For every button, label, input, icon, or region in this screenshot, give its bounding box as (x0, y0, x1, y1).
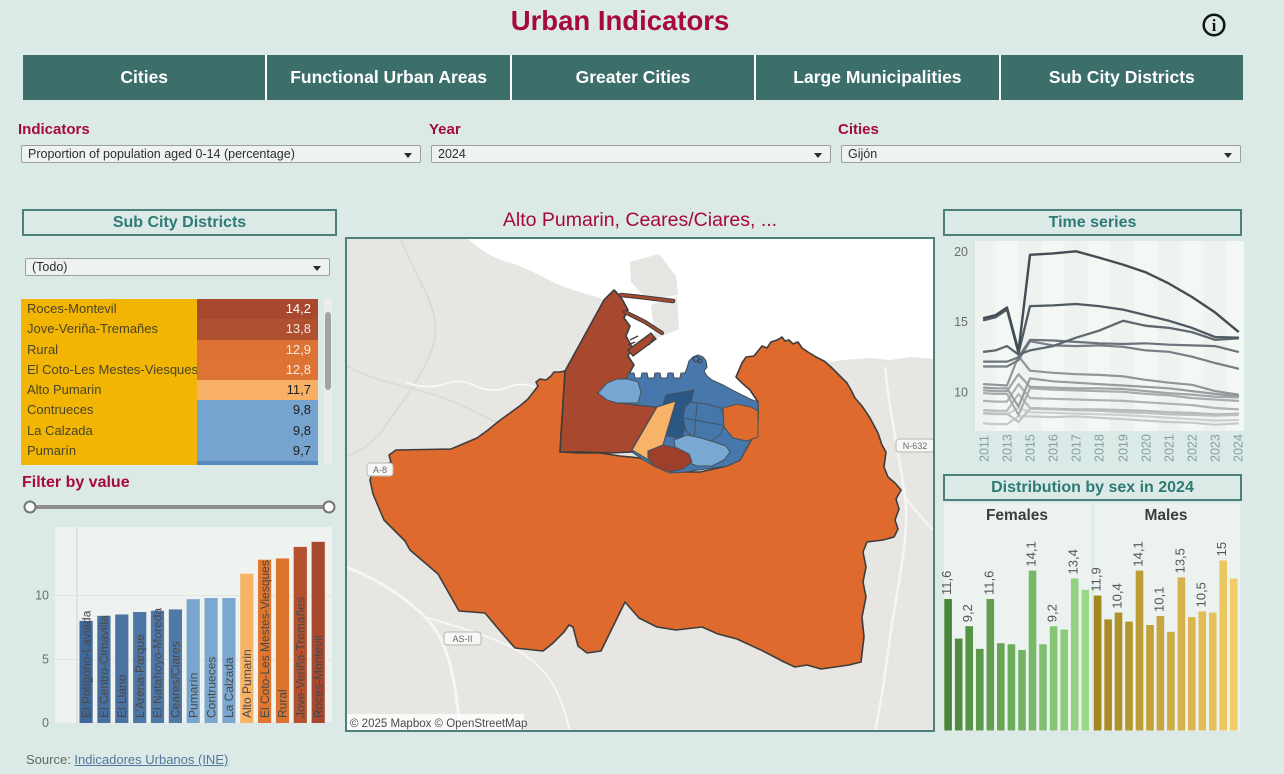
svg-text:Rural: Rural (276, 689, 290, 718)
svg-text:2024: 2024 (1232, 434, 1245, 462)
svg-text:14,1: 14,1 (1131, 541, 1146, 566)
svg-text:Jove-Veriña-Tremañes: Jove-Veriña-Tremañes (294, 597, 308, 718)
svg-text:El Centro-Cimavilla: El Centro-Cimavilla (97, 615, 111, 718)
svg-text:L'Arena-Parque: L'Arena-Parque (133, 634, 147, 718)
svg-text:AS-II: AS-II (452, 634, 472, 644)
svg-text:Pumarín: Pumarín (186, 673, 200, 718)
svg-text:9,2: 9,2 (1045, 604, 1060, 622)
svg-text:15: 15 (954, 315, 968, 329)
svg-text:2022: 2022 (1186, 434, 1200, 462)
svg-text:0: 0 (42, 716, 49, 730)
svg-text:10,4: 10,4 (1110, 583, 1125, 608)
svg-text:2015: 2015 (1024, 434, 1038, 462)
svg-text:2020: 2020 (1140, 434, 1154, 462)
svg-text:2021: 2021 (1163, 434, 1177, 462)
svg-text:Males: Males (1144, 507, 1187, 524)
svg-text:11,9: 11,9 (1089, 567, 1104, 591)
svg-text:5: 5 (42, 652, 49, 666)
svg-text:El Llano: El Llano (115, 674, 129, 718)
svg-text:2018: 2018 (1093, 434, 1107, 462)
svg-text:13,5: 13,5 (1172, 548, 1187, 573)
svg-text:2013: 2013 (1001, 434, 1015, 462)
svg-text:2016: 2016 (1047, 434, 1061, 462)
svg-text:Roces-Montevil: Roces-Montevil (311, 635, 325, 718)
svg-text:2023: 2023 (1209, 434, 1223, 462)
svg-text:10,1: 10,1 (1151, 587, 1166, 612)
svg-text:2017: 2017 (1070, 434, 1084, 462)
svg-text:11,6: 11,6 (940, 571, 954, 595)
svg-text:El Polígono-Laviada: El Polígono-Laviada (79, 610, 93, 718)
svg-text:10,5: 10,5 (1193, 582, 1208, 607)
svg-text:© 2025 Mapbox © OpenStreetMap: © 2025 Mapbox © OpenStreetMap (350, 718, 527, 730)
svg-text:El Natahoyo-Moreda: El Natahoyo-Moreda (151, 608, 165, 718)
svg-text:Alto Pumarin: Alto Pumarin (240, 649, 254, 718)
svg-text:i: i (1212, 16, 1217, 35)
svg-text:10: 10 (35, 588, 49, 602)
svg-text:A-8: A-8 (373, 465, 387, 475)
svg-text:El Coto-Les Mestes-Viesques: El Coto-Les Mestes-Viesques (258, 560, 272, 718)
svg-text:9,2: 9,2 (960, 604, 975, 622)
svg-text:Contrueces: Contrueces (204, 657, 218, 718)
svg-text:14,1: 14,1 (1024, 541, 1039, 566)
svg-text:Ceares/Ciares: Ceares/Ciares (169, 641, 183, 718)
svg-text:2011: 2011 (978, 435, 992, 462)
svg-text:15: 15 (1214, 542, 1229, 556)
svg-text:2019: 2019 (1117, 434, 1131, 462)
svg-text:N-632: N-632 (903, 441, 928, 451)
svg-text:20: 20 (954, 245, 968, 259)
svg-text:La Calzada: La Calzada (222, 657, 236, 718)
svg-text:11,6: 11,6 (981, 571, 996, 595)
svg-text:Females: Females (986, 507, 1048, 524)
svg-text:13,4: 13,4 (1066, 549, 1081, 574)
svg-text:10: 10 (954, 385, 968, 399)
